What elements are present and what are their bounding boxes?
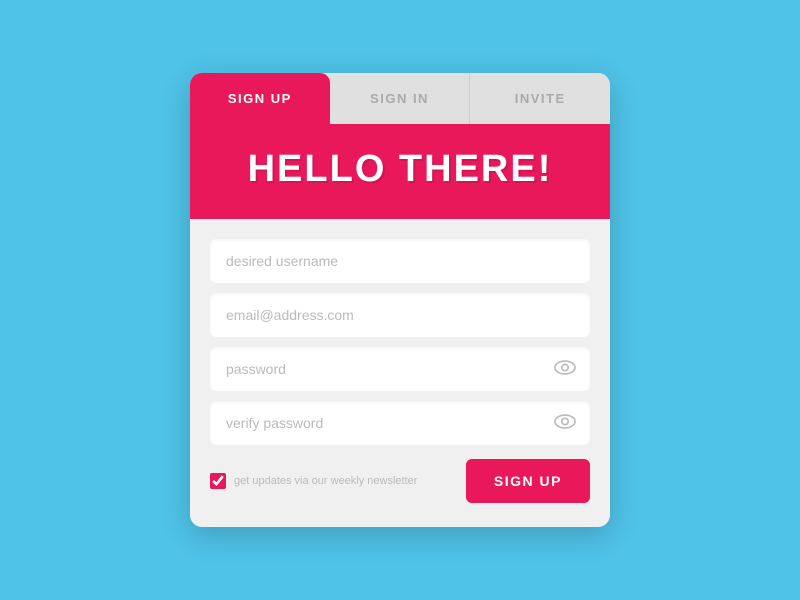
form-body: get updates via our weekly newsletter SI… (190, 219, 610, 527)
username-group (210, 239, 590, 283)
password-toggle-icon[interactable] (554, 360, 576, 379)
verify-password-group (210, 401, 590, 445)
username-input[interactable] (210, 239, 590, 283)
newsletter-group: get updates via our weekly newsletter (210, 473, 454, 489)
tab-invite[interactable]: INVITE (470, 73, 610, 124)
tab-signup[interactable]: SIGN UP (190, 73, 330, 124)
tab-signin[interactable]: SIGN IN (330, 73, 471, 124)
password-group (210, 347, 590, 391)
email-group (210, 293, 590, 337)
signup-button[interactable]: SIGN UP (466, 459, 590, 503)
verify-password-input[interactable] (210, 401, 590, 445)
auth-modal: SIGN UP SIGN IN INVITE HELLO THERE! (190, 73, 610, 527)
verify-toggle-icon[interactable] (554, 414, 576, 433)
modal-header: HELLO THERE! (190, 124, 610, 219)
password-input[interactable] (210, 347, 590, 391)
header-title: HELLO THERE! (210, 148, 590, 191)
newsletter-label: get updates via our weekly newsletter (234, 474, 417, 488)
tab-bar: SIGN UP SIGN IN INVITE (190, 73, 610, 124)
newsletter-checkbox[interactable] (210, 473, 226, 489)
bottom-row: get updates via our weekly newsletter SI… (210, 459, 590, 503)
email-input[interactable] (210, 293, 590, 337)
